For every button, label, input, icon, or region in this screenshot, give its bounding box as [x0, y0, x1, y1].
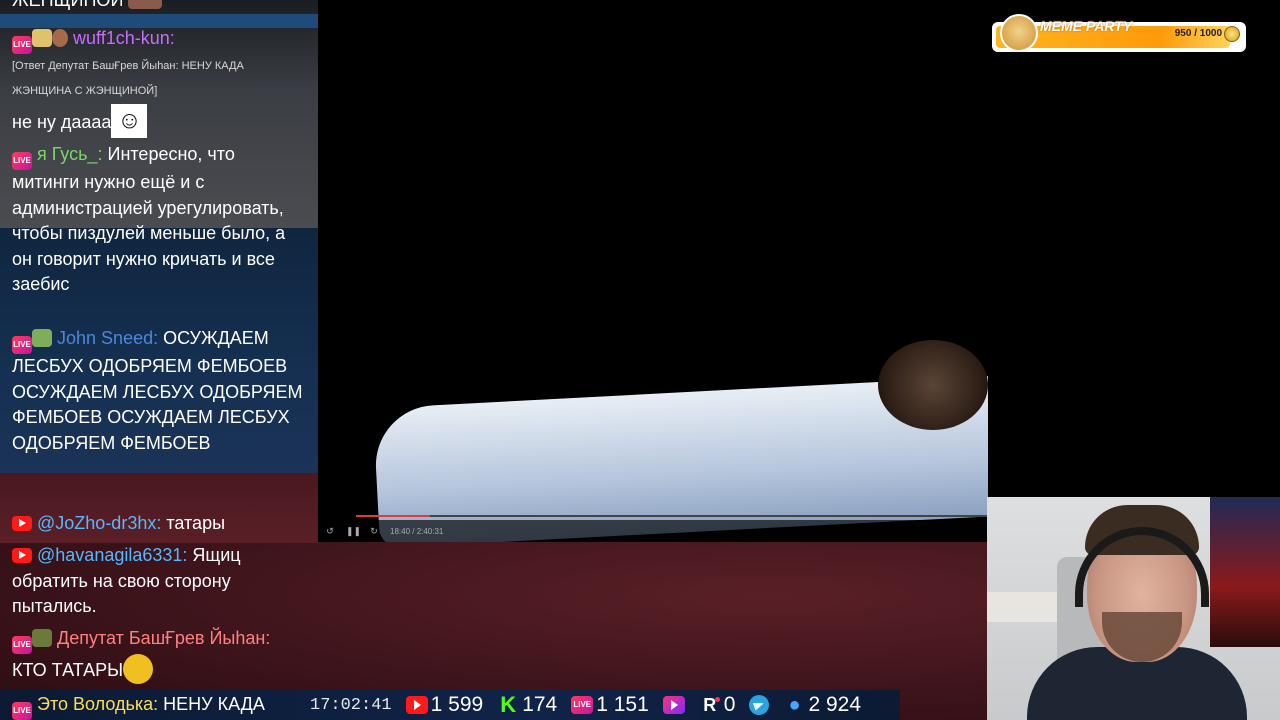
chat-message-4: @JoZho-dr3hx: татары — [12, 511, 304, 537]
video-controls: ↺ ❚❚ ↻ 18:40 / 2:40:31 — [318, 520, 988, 542]
doge-icon — [1000, 14, 1038, 52]
stat-youtube-value: 1 599 — [430, 693, 484, 716]
pause-icon[interactable]: ❚❚ — [346, 526, 361, 537]
chat-username: я Гусь_: — [37, 144, 103, 164]
stat-viewers-value: 2 924 — [808, 693, 862, 716]
ticker-text: НЕНУ КАДА — [163, 694, 265, 714]
meme-party-title: MEME PARTY — [1040, 18, 1133, 34]
stat-live: LIVE 1 151 — [571, 693, 649, 717]
live-icon: LIVE — [571, 696, 594, 714]
meme-party-count: 950 / 1000 — [1174, 28, 1222, 39]
chat-panel: ЖЕНЩИНОЙ LIVE wuff1ch-kun: [Ответ Депута… — [6, 0, 311, 720]
forward-icon[interactable]: ↻ — [368, 526, 380, 537]
joker-emote: ☺ — [111, 104, 148, 138]
stat-rutube-value: 0 — [723, 693, 736, 716]
video-frame-hand — [878, 340, 988, 430]
coin-icon — [1224, 26, 1240, 42]
live-platform-icon: LIVE — [12, 336, 32, 354]
chat-message-text: КТО ТАТАРЫ — [12, 660, 124, 680]
chat-message-0: ЖЕНЩИНОЙ — [12, 0, 304, 14]
video-time: 18:40 / 2:40:31 — [390, 526, 444, 536]
stream-stats: 17:02:41 1 599 K 174 LIVE 1 151 R 0 ● 2 … — [310, 691, 861, 719]
chat-message-text: Интересно, что митинги нужно ещё и с адм… — [12, 144, 286, 294]
chat-reply-text: [Ответ Депутат БашҒрев Йыһан: НЕНУ КАДА … — [12, 60, 244, 97]
face-emote — [128, 0, 163, 9]
soldier-emote — [32, 629, 52, 647]
beer-emote — [32, 29, 52, 47]
telegram-icon — [749, 695, 770, 715]
live-platform-icon: LIVE — [12, 636, 32, 654]
video-player[interactable]: ↺ ❚❚ ↻ 18:40 / 2:40:31 — [318, 0, 988, 542]
stat-viewers: ● 2 924 — [783, 693, 861, 717]
video-progress-fill — [356, 515, 430, 517]
live-platform-icon: LIVE — [12, 152, 32, 170]
clock: 17:02:41 — [310, 695, 392, 715]
webcam-poster — [1210, 497, 1280, 647]
youtube-platform-icon — [12, 548, 32, 563]
kick-icon: K — [500, 692, 517, 717]
chat-username: Депутат БашҒрев Йыһан: — [57, 628, 271, 648]
rewind-icon[interactable]: ↺ — [324, 526, 336, 537]
chat-message-1: LIVE wuff1ch-kun: [Ответ Депутат БашҒрев… — [12, 26, 304, 138]
stat-telegram — [749, 695, 770, 715]
stat-live-value: 1 151 — [596, 693, 649, 716]
chat-username: wuff1ch-kun: — [73, 28, 175, 48]
stat-kick-value: 174 — [522, 693, 558, 716]
frog-emote — [32, 329, 52, 347]
avatar-emote — [52, 29, 68, 47]
chat-username: John Sneed: — [57, 328, 159, 348]
chat-message-text: ЖЕНЩИНОЙ — [12, 0, 124, 10]
chat-message-text: ОСУЖДАЕМ ЛЕСБУХ ОДОБРЯЕМ ФЕМБОЕВ ОСУЖДАЕ… — [12, 328, 303, 453]
chat-ticker: LIVE Это Володька: НЕНУ КАДА — [12, 694, 265, 720]
youtube-icon — [405, 696, 428, 714]
live-platform-icon: LIVE — [12, 36, 32, 54]
stat-rutube: R 0 — [699, 693, 736, 717]
rutube-icon: R — [699, 696, 721, 714]
live-platform-icon: LIVE — [12, 702, 32, 720]
chat-message-3: LIVE John Sneed: ОСУЖДАЕМ ЛЕСБУХ ОДОБРЯЕ… — [12, 326, 304, 456]
chat-message-text: не ну даааа — [12, 112, 112, 132]
stat-vkplay — [662, 696, 685, 714]
viewers-icon: ● — [788, 694, 801, 716]
stat-youtube: 1 599 — [405, 693, 484, 717]
chat-message-6: LIVE Депутат БашҒрев Йыһан: КТО ТАТАРЫ — [12, 626, 304, 684]
youtube-platform-icon — [12, 516, 32, 531]
meme-party-widget: MEME PARTY 950 / 1000 — [992, 14, 1246, 52]
webcam-overlay — [987, 497, 1280, 720]
vkplay-icon — [662, 696, 685, 714]
chat-message-5: @havanagila6331: Ящиц обратить на свою с… — [12, 543, 304, 620]
video-progress-bar[interactable] — [356, 515, 988, 517]
chat-username: @havanagila6331: — [37, 545, 188, 565]
stat-kick: K 174 — [497, 693, 557, 717]
chat-message-2: LIVE я Гусь_: Интересно, что митинги нуж… — [12, 142, 304, 298]
laughing-emote — [123, 654, 154, 684]
ticker-username: Это Володька: — [37, 694, 159, 714]
chat-message-text: татары — [166, 513, 226, 533]
chat-username: @JoZho-dr3hx: — [37, 513, 162, 533]
